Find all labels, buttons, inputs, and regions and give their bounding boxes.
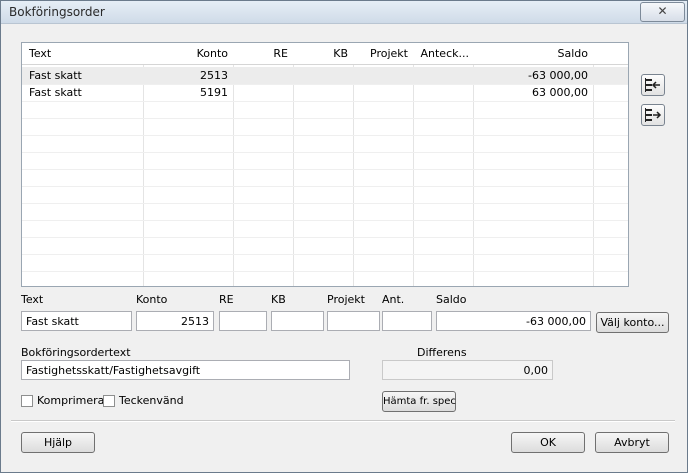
differens-label: Differens: [417, 346, 467, 359]
column-header-projekt[interactable]: Projekt: [353, 47, 408, 60]
label-saldo: Saldo: [436, 293, 467, 306]
teckenvand-checkbox[interactable]: [103, 395, 115, 407]
row-divider: [22, 101, 628, 102]
window-title: Bokföringsorder: [9, 5, 105, 19]
row-divider: [22, 220, 628, 221]
append-row-button[interactable]: [641, 104, 665, 126]
projekt-field[interactable]: [327, 311, 380, 331]
text-field[interactable]: Fast skatt: [21, 311, 132, 331]
table-row[interactable]: Fast skatt 5191 63 000,00: [22, 84, 628, 101]
column-header-saldo[interactable]: Saldo: [473, 47, 589, 60]
row-divider: [22, 84, 628, 85]
order-text-field[interactable]: Fastighetsskatt/Fastighetsavgift: [21, 360, 350, 380]
row-divider: [22, 118, 628, 119]
row-divider: [22, 135, 628, 136]
saldo-field[interactable]: -63 000,00: [436, 311, 591, 331]
cell-saldo: 63 000,00: [532, 86, 588, 99]
row-divider: [22, 203, 628, 204]
row-divider: [22, 271, 628, 272]
cell-text: Fast skatt: [29, 86, 82, 99]
ok-button[interactable]: OK: [511, 432, 585, 453]
column-header-re[interactable]: RE: [233, 47, 288, 60]
label-text: Text: [21, 293, 44, 306]
cancel-button[interactable]: Avbryt: [595, 432, 669, 453]
row-divider: [22, 254, 628, 255]
table-row[interactable]: Fast skatt 2513 -63 000,00: [22, 67, 628, 84]
insert-row-button[interactable]: [641, 74, 665, 96]
column-header-anteckning[interactable]: Anteck...: [413, 47, 470, 60]
append-row-icon: [645, 108, 662, 122]
choose-account-button[interactable]: Välj konto...: [596, 312, 669, 333]
konto-field[interactable]: 2513: [136, 311, 214, 331]
label-projekt: Projekt: [327, 293, 365, 306]
cell-saldo: -63 000,00: [528, 69, 588, 82]
table-header: Text Konto RE KB Projekt Anteck... Saldo: [22, 43, 628, 65]
order-text-label: Bokföringsordertext: [21, 346, 131, 359]
fetch-from-spec-button[interactable]: Hämta fr. spec: [382, 391, 456, 412]
row-divider: [22, 152, 628, 153]
close-icon: ✕: [657, 4, 668, 18]
footer-separator: [11, 420, 675, 422]
dialog-window: Bokföringsorder ✕ Text Konto RE KB Proje…: [0, 0, 688, 473]
row-divider: [22, 186, 628, 187]
cell-text: Fast skatt: [29, 69, 82, 82]
help-button[interactable]: Hjälp: [21, 432, 95, 453]
komprimera-label[interactable]: Komprimera: [37, 394, 104, 407]
entries-table[interactable]: Text Konto RE KB Projekt Anteck... Saldo…: [21, 42, 629, 287]
label-konto: Konto: [136, 293, 168, 306]
row-divider: [22, 237, 628, 238]
cell-konto: 2513: [200, 69, 228, 82]
insert-row-icon: [645, 78, 660, 92]
komprimera-checkbox[interactable]: [21, 395, 33, 407]
column-header-konto[interactable]: Konto: [143, 47, 228, 60]
column-header-kb[interactable]: KB: [293, 47, 348, 60]
label-re: RE: [219, 293, 234, 306]
label-ant: Ant.: [382, 293, 405, 306]
differens-field: 0,00: [382, 360, 553, 380]
label-kb: KB: [271, 293, 286, 306]
column-header-text[interactable]: Text: [29, 47, 51, 60]
cell-konto: 5191: [200, 86, 228, 99]
ant-field[interactable]: [382, 311, 432, 331]
teckenvand-label[interactable]: Teckenvänd: [119, 394, 184, 407]
re-field[interactable]: [219, 311, 267, 331]
kb-field[interactable]: [271, 311, 324, 331]
close-button[interactable]: ✕: [640, 2, 685, 22]
title-bar: Bokföringsorder ✕: [1, 1, 687, 24]
row-divider: [22, 169, 628, 170]
